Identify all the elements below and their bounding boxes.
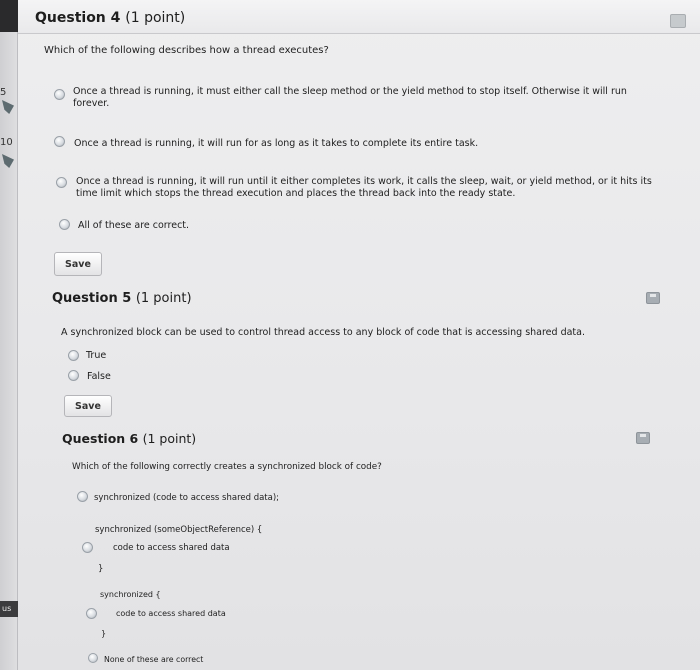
question-6-option-4-radio[interactable] [88,653,98,663]
question-4-option-4-label: All of these are correct. [78,220,190,231]
question-5-option-true-radio[interactable] [68,350,79,361]
question-6-option-4-label: None of these are correct [104,655,204,664]
question-5-save-button[interactable]: Save [64,395,112,417]
question-4-prompt: Which of the following describes how a t… [44,45,329,56]
question-4-option-1-radio[interactable] [54,89,65,100]
question-5-points: (1 point) [135,291,192,306]
question-5-option-false-label: False [87,371,111,382]
question-6-option-3-line-2: code to access shared data [116,609,226,618]
question-5-prompt: A synchronized block can be used to cont… [61,327,585,338]
question-6-option-3-radio[interactable] [86,608,97,619]
question-5-option-true-label: True [86,350,107,361]
question-4-save-button[interactable]: Save [54,252,102,276]
question-6-save-status-icon [636,432,650,444]
question-4-title-text: Question 4 [35,10,121,26]
question-6-points: (1 point) [142,431,197,446]
question-4-option-2-radio[interactable] [54,136,65,147]
question-6-option-3-line-1: synchronized { [100,590,161,599]
question-5-title-text: Question 5 [52,291,132,306]
question-6-option-2-radio[interactable] [82,542,93,553]
question-4-title: Question 4 (1 point) [35,10,185,26]
question-6-option-2-line-2: code to access shared data [113,543,230,553]
margin-label-5: 5 [0,87,7,98]
question-5-save-status-icon [646,292,660,304]
question-6-title: Question 6 (1 point) [62,431,196,446]
question-5-option-false-radio[interactable] [68,370,79,381]
question-6-option-1-radio[interactable] [77,491,88,502]
question-6-option-2-line-3: } [98,564,104,574]
question-4-option-1-label: Once a thread is running, it must either… [73,86,627,109]
question-6-option-2-line-1: synchronized (someObjectReference) { [95,525,263,535]
question-4-option-3-label: Once a thread is running, it will run un… [76,176,652,199]
question-4-option-3-radio[interactable] [56,177,67,188]
corner-flag-icon[interactable] [670,14,686,28]
question-4-points: (1 point) [125,10,186,26]
question-4-option-2-label: Once a thread is running, it will run fo… [74,138,479,149]
margin-tab[interactable]: us [0,601,18,617]
question-5-title: Question 5 (1 point) [52,291,192,306]
margin-label-10: 10 [0,137,13,148]
question-4-option-4-radio[interactable] [59,219,70,230]
question-6-option-1-label: synchronized (code to access shared data… [94,493,280,503]
question-6-prompt: Which of the following correctly creates… [72,462,382,472]
question-6-title-text: Question 6 [62,431,139,446]
question-6-option-3-line-3: } [101,629,107,638]
left-margin-black-block [0,0,18,32]
